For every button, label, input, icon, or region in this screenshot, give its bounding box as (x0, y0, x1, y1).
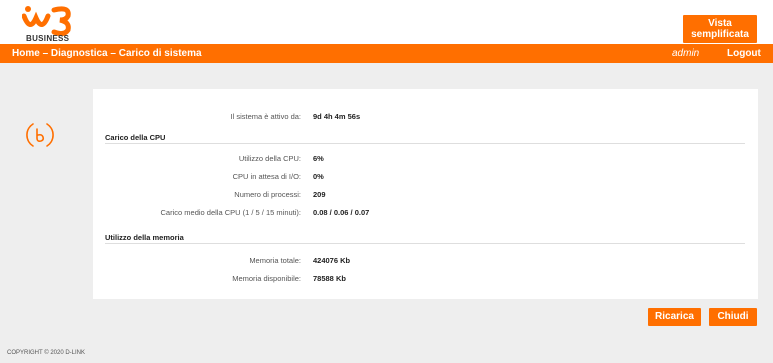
logout-link[interactable]: Logout (727, 48, 761, 59)
memory-total-value: 424076 Kb (313, 256, 351, 265)
divider (105, 243, 745, 244)
username-label: admin (672, 48, 700, 59)
nav-bar: Home – Diagnostica – Carico di sistema a… (0, 44, 773, 63)
cpu-usage-label: Utilizzo della CPU: (238, 154, 301, 163)
cpu-iowait-label: CPU in attesa di I/O: (232, 172, 301, 181)
clock-icon (26, 123, 54, 147)
breadcrumb-home[interactable]: Home (12, 48, 40, 59)
load-average-row: Carico medio della CPU (1 / 5 / 15 minut… (93, 208, 301, 218)
memory-free-value: 78588 Kb (313, 274, 346, 283)
uptime-value: 9d 4h 4m 56s (313, 112, 361, 121)
brand-label: BUSINESS (26, 34, 70, 43)
top-bar: BUSINESS Vista semplificata (0, 0, 773, 44)
breadcrumb: Home – Diagnostica – Carico di sistema (12, 48, 202, 59)
breadcrumb-separator: – (110, 48, 116, 59)
memory-total-label: Memoria totale: (249, 256, 301, 265)
uptime-label: Il sistema è attivo da: (230, 112, 301, 121)
memory-free-row: Memoria disponibile: (93, 274, 301, 284)
process-count-label: Numero di processi: (234, 190, 301, 199)
process-count-row: Numero di processi: (93, 190, 301, 200)
breadcrumb-separator: – (42, 48, 49, 59)
close-button[interactable]: Chiudi (709, 308, 757, 326)
simple-view-button[interactable]: Vista semplificata (683, 15, 757, 43)
divider (105, 143, 745, 144)
cpu-section-title: Carico della CPU (105, 133, 166, 142)
breadcrumb-current: Carico di sistema (118, 48, 202, 59)
load-average-value: 0.08 / 0.06 / 0.07 (313, 208, 370, 217)
memory-total-row: Memoria totale: (93, 256, 301, 266)
reload-button[interactable]: Ricarica (648, 308, 701, 326)
cpu-iowait-value: 0% (313, 172, 324, 181)
memory-free-label: Memoria disponibile: (232, 274, 301, 283)
cpu-iowait-row: CPU in attesa di I/O: (93, 172, 301, 182)
copyright-footer: COPYRIGHT © 2020 D-LINK (7, 350, 85, 356)
simple-view-label-line2: semplificata (691, 29, 749, 40)
uptime-row: Il sistema è attivo da: (93, 112, 301, 122)
breadcrumb-diagnostics[interactable]: Diagnostica (51, 48, 108, 59)
simple-view-label-line1: Vista (708, 18, 732, 29)
process-count-value: 209 (313, 190, 326, 199)
cpu-usage-value: 6% (313, 154, 324, 163)
memory-section-title: Utilizzo della memoria (105, 233, 184, 242)
load-average-label: Carico medio della CPU (1 / 5 / 15 minut… (160, 208, 301, 217)
cpu-usage-row: Utilizzo della CPU: (93, 154, 301, 164)
